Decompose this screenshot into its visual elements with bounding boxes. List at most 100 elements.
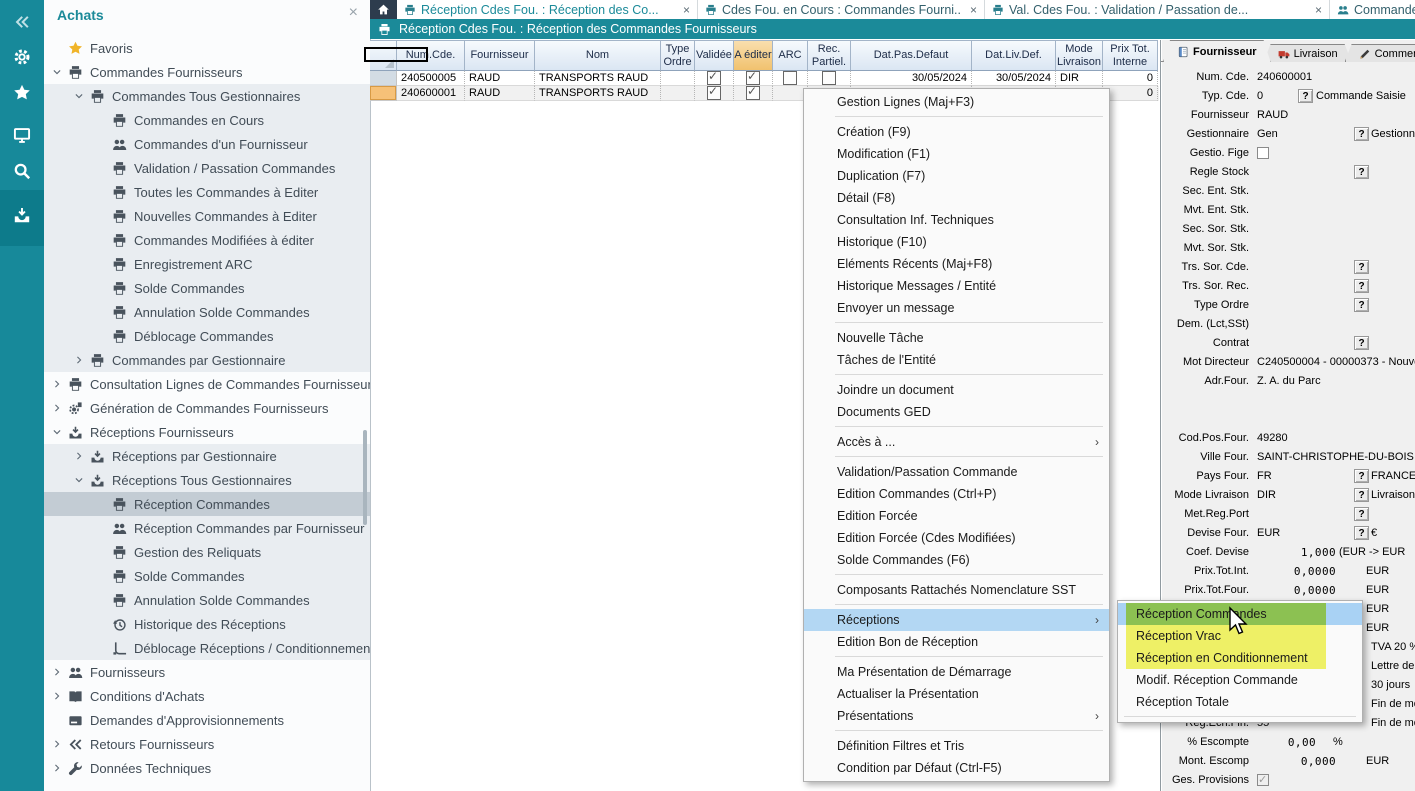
settings-icon[interactable] (0, 41, 44, 73)
menu-item-definition-filtres-et-tris[interactable]: Définition Filtres et Tris (804, 735, 1109, 757)
table-row[interactable]: 240500005RAUDTRANSPORTS RAUD 30/05/202430… (370, 71, 1159, 86)
menu-item-joindre-un-document[interactable]: Joindre un document (804, 379, 1109, 401)
grid-cell-r0c4[interactable] (695, 71, 734, 86)
menu-item-solde-commandes-f6[interactable]: Solde Commandes (F6) (804, 549, 1109, 571)
lookup-button[interactable]: ? (1354, 127, 1369, 141)
lookup-button[interactable]: ? (1354, 488, 1369, 502)
grid-col-mode-livraison[interactable]: Mode Livraison (1056, 40, 1103, 71)
favorites-icon[interactable] (0, 77, 44, 109)
sidebar-item-reception-commandes-par-fournisseur[interactable]: Réception Commandes par Fournisseur (44, 516, 370, 540)
sidebar-item-commandes-en-cours[interactable]: Commandes en Cours (44, 108, 370, 132)
lookup-button[interactable]: ? (1354, 260, 1369, 274)
chevron-right-icon[interactable] (50, 378, 63, 391)
tab-reception-cdes-fou-reception-des-co[interactable]: Réception Cdes Fou. : Réception des Co..… (397, 0, 698, 19)
close-tab-icon[interactable]: × (1315, 3, 1322, 17)
checkbox[interactable] (707, 71, 721, 85)
sidebar-item-commandes-par-gestionnaire[interactable]: Commandes par Gestionnaire (44, 348, 370, 372)
grid-col-arc[interactable]: ARC (773, 40, 808, 71)
receptions-module-icon[interactable] (0, 199, 44, 231)
submenu-item-reception-vrac[interactable]: Réception Vrac (1118, 625, 1362, 647)
grid-cell-r0c2[interactable]: TRANSPORTS RAUD (535, 71, 661, 86)
menu-item-consultation-inf-techniques[interactable]: Consultation Inf. Techniques (804, 209, 1109, 231)
sidebar-item-receptions-fournisseurs[interactable]: Réceptions Fournisseurs (44, 420, 370, 444)
sidebar-item-deblocage-commandes[interactable]: Déblocage Commandes (44, 324, 370, 348)
chevron-right-icon[interactable] (50, 402, 63, 415)
menu-item-historique-f10[interactable]: Historique (F10) (804, 231, 1109, 253)
close-tab-icon[interactable]: × (970, 3, 977, 17)
lookup-button[interactable]: ? (1354, 469, 1369, 483)
checkbox[interactable] (746, 86, 760, 100)
menu-item-modification-f1[interactable]: Modification (F1) (804, 143, 1109, 165)
sidebar-item-reception-commandes[interactable]: Réception Commandes (44, 492, 370, 516)
menu-item-acces-a[interactable]: Accès à ... › (804, 431, 1109, 453)
sidebar-item-commandes-fournisseurs[interactable]: Commandes Fournisseurs (44, 60, 370, 84)
menu-item-gestion-lignes-maj-f3[interactable]: Gestion Lignes (Maj+F3) (804, 91, 1109, 113)
row-selector[interactable] (370, 86, 397, 101)
search-icon[interactable] (0, 155, 44, 187)
sidebar-item-annulation-solde-commandes[interactable]: Annulation Solde Commandes (44, 588, 370, 612)
menu-item-edition-forcee[interactable]: Edition Forcée (804, 505, 1109, 527)
sidebar-item-conditions-d-achats[interactable]: Conditions d'Achats (44, 684, 370, 708)
close-tab-icon[interactable]: × (683, 3, 690, 17)
grid-cell-r1c11[interactable]: 0 (1103, 86, 1158, 101)
sidebar-item-toutes-les-commandes-a-editer[interactable]: Toutes les Commandes à Editer (44, 180, 370, 204)
grid-col-dat-liv-def[interactable]: Dat.Liv.Def. (972, 40, 1056, 71)
submenu-item-modif-reception-commande[interactable]: Modif. Réception Commande (1118, 669, 1362, 691)
grid-col-validee[interactable]: Validée (695, 40, 734, 71)
submenu-item-reception-totale[interactable]: Réception Totale (1118, 691, 1362, 713)
grid-cell-r0c5[interactable] (734, 71, 773, 86)
menu-item-edition-forcee-cdes-modifiees[interactable]: Edition Forcée (Cdes Modifiées) (804, 527, 1109, 549)
sidebar-item-annulation-solde-commandes[interactable]: Annulation Solde Commandes (44, 300, 370, 324)
sidebar-item-generation-de-commandes-fournisseurs[interactable]: Génération de Commandes Fournisseurs (44, 396, 370, 420)
checkbox[interactable] (1257, 147, 1269, 159)
home-tab[interactable] (370, 0, 397, 19)
sidebar-scrollbar[interactable] (363, 430, 367, 525)
menu-item-edition-bon-de-reception[interactable]: Edition Bon de Réception (804, 631, 1109, 653)
grid-cell-r1c3[interactable] (661, 86, 695, 101)
grid-cell-r0c7[interactable] (808, 71, 851, 86)
grid-cell-r1c5[interactable] (734, 86, 773, 101)
sidebar-item-demandes-d-approvisionnements[interactable]: Demandes d'Approvisionnements (44, 708, 370, 732)
sidebar-item-historique-des-receptions[interactable]: Historique des Réceptions (44, 612, 370, 636)
tab-cdes-fou-en-cours-commandes-fourni[interactable]: Cdes Fou. en Cours : Commandes Fourni...… (698, 0, 985, 19)
grid-select-all-header[interactable] (370, 40, 397, 71)
grid-col-prix-tot-interne[interactable]: Prix Tot. Interne (1103, 40, 1158, 71)
chevron-down-icon[interactable] (50, 426, 63, 439)
menu-item-documents-ged[interactable]: Documents GED (804, 401, 1109, 423)
lookup-button[interactable]: ? (1354, 279, 1369, 293)
menu-item-duplication-f7[interactable]: Duplication (F7) (804, 165, 1109, 187)
sidebar-item-deblocage-receptions-conditionnements[interactable]: Déblocage Réceptions / Conditionnements (44, 636, 370, 660)
chevron-right-icon[interactable] (50, 690, 63, 703)
sidebar-item-donnees-techniques[interactable]: Données Techniques (44, 756, 370, 780)
grid-cell-r0c11[interactable]: 0 (1103, 71, 1158, 86)
sidebar-item-commandes-tous-gestionnaires[interactable]: Commandes Tous Gestionnaires (44, 84, 370, 108)
grid-cell-r0c0[interactable]: 240500005 (397, 71, 465, 86)
sidebar-item-nouvelles-commandes-a-editer[interactable]: Nouvelles Commandes à Editer (44, 204, 370, 228)
checkbox[interactable] (707, 86, 721, 100)
menu-item-historique-messages-entite[interactable]: Historique Messages / Entité (804, 275, 1109, 297)
chevron-right-icon[interactable] (50, 762, 63, 775)
grid-cell-r0c10[interactable]: DIR (1056, 71, 1103, 86)
menu-item-validation-passation-commande[interactable]: Validation/Passation Commande (804, 461, 1109, 483)
chevron-right-icon[interactable] (72, 354, 85, 367)
grid-cell-r1c4[interactable] (695, 86, 734, 101)
grid-cell-r0c6[interactable] (773, 71, 808, 86)
checkbox[interactable] (822, 71, 836, 85)
menu-item-presentations[interactable]: Présentations › (804, 705, 1109, 727)
monitor-icon[interactable] (0, 119, 44, 151)
collapse-sidebar-icon[interactable] (0, 6, 44, 38)
grid-cell-r0c8[interactable]: 30/05/2024 (851, 71, 972, 86)
grid-col-rec-partiel[interactable]: Rec. Partiel. (808, 40, 851, 71)
tab-val-cdes-fou-validation-passation-de[interactable]: Val. Cdes Fou. : Validation / Passation … (985, 0, 1330, 19)
chevron-right-icon[interactable] (72, 450, 85, 463)
grid-col-num-cde[interactable]: Num.Cde. (397, 40, 465, 71)
sidebar-item-fournisseurs[interactable]: Fournisseurs (44, 660, 370, 684)
grid-col-type-ordre[interactable]: Type Ordre (661, 40, 695, 71)
grid-cell-r0c1[interactable]: RAUD (465, 71, 535, 86)
lookup-button[interactable]: ? (1354, 165, 1369, 179)
grid-col-dat-pas-defaut[interactable]: Dat.Pas.Defaut (851, 40, 972, 71)
menu-item-receptions[interactable]: Réceptions › (804, 609, 1109, 631)
grid-cell-r0c9[interactable]: 30/05/2024 (972, 71, 1056, 86)
checkbox[interactable] (1257, 771, 1269, 790)
sidebar-item-commandes-d-un-fournisseur[interactable]: Commandes d'un Fournisseur (44, 132, 370, 156)
